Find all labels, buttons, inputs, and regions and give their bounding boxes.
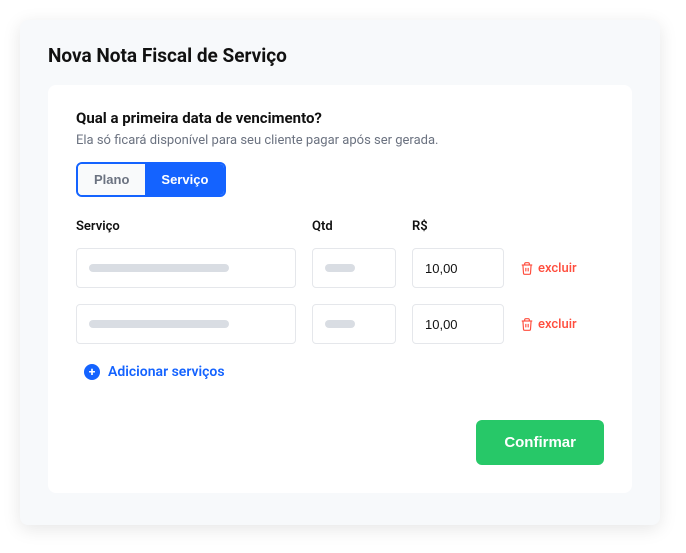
placeholder-skeleton bbox=[89, 320, 229, 328]
header-service: Serviço bbox=[76, 219, 296, 234]
service-input[interactable] bbox=[76, 304, 296, 344]
page-title: Nova Nota Fiscal de Serviço bbox=[48, 44, 632, 67]
table-row: excluir bbox=[76, 248, 604, 288]
trash-icon bbox=[520, 261, 534, 276]
price-input[interactable] bbox=[412, 304, 504, 344]
section-subtitle: Ela só ficará disponível para seu client… bbox=[76, 133, 604, 148]
header-price: R$ bbox=[412, 219, 504, 234]
form-panel: Qual a primeira data de vencimento? Ela … bbox=[48, 85, 632, 493]
confirm-button[interactable]: Confirmar bbox=[476, 420, 604, 465]
add-services-button[interactable]: + Adicionar serviços bbox=[84, 364, 225, 380]
trash-icon bbox=[520, 317, 534, 332]
header-qty: Qtd bbox=[312, 219, 396, 234]
plus-icon: + bbox=[84, 364, 100, 380]
delete-label: excluir bbox=[538, 317, 577, 332]
placeholder-skeleton bbox=[89, 264, 229, 272]
qty-input[interactable] bbox=[312, 304, 396, 344]
tab-servico[interactable]: Serviço bbox=[145, 164, 224, 195]
table-header: Serviço Qtd R$ bbox=[76, 219, 604, 234]
tab-plano[interactable]: Plano bbox=[78, 164, 145, 195]
invoice-form-card: Nova Nota Fiscal de Serviço Qual a prime… bbox=[20, 20, 660, 525]
service-input[interactable] bbox=[76, 248, 296, 288]
price-input[interactable] bbox=[412, 248, 504, 288]
placeholder-skeleton bbox=[325, 320, 355, 328]
delete-button[interactable]: excluir bbox=[520, 317, 577, 332]
delete-button[interactable]: excluir bbox=[520, 261, 577, 276]
placeholder-skeleton bbox=[325, 264, 355, 272]
table-row: excluir bbox=[76, 304, 604, 344]
section-heading: Qual a primeira data de vencimento? bbox=[76, 109, 604, 127]
tabs: Plano Serviço bbox=[76, 162, 226, 197]
add-services-label: Adicionar serviços bbox=[108, 364, 225, 380]
delete-label: excluir bbox=[538, 261, 577, 276]
qty-input[interactable] bbox=[312, 248, 396, 288]
form-footer: Confirmar bbox=[76, 420, 604, 465]
